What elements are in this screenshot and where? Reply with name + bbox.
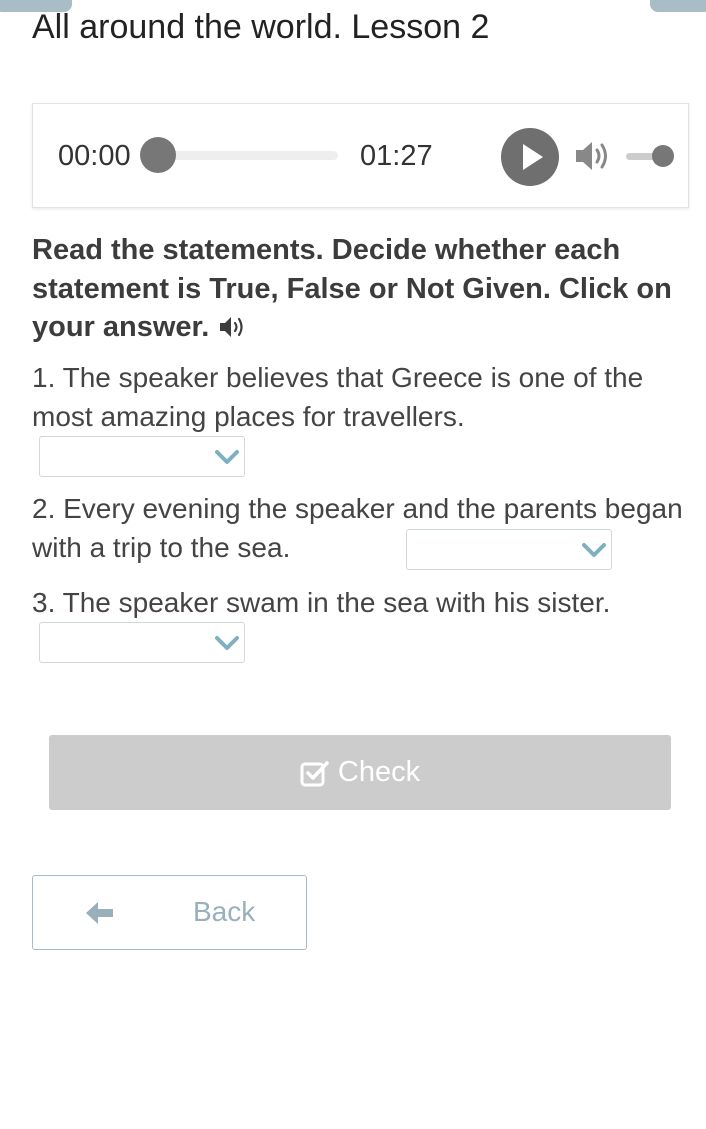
question-3: 3. The speaker swam in the sea with his … (32, 587, 611, 618)
chevron-down-icon (214, 633, 240, 658)
volume-slider-handle[interactable] (652, 145, 674, 167)
instructions-text: Read the statements. Decide whether each… (32, 234, 672, 343)
check-label: Check (337, 756, 421, 788)
play-button[interactable] (501, 128, 559, 186)
back-button[interactable]: Back (32, 875, 307, 950)
arrow-left-icon (85, 900, 115, 931)
question-1: 1. The speaker believes that Greece is o… (32, 362, 644, 432)
checkbox-icon (300, 759, 330, 787)
current-time: 00:00 (58, 140, 131, 172)
answer-dropdown-3[interactable] (39, 622, 245, 663)
play-icon (523, 144, 543, 170)
top-right-tab[interactable] (650, 0, 706, 12)
answer-dropdown-2[interactable] (406, 529, 612, 570)
check-button[interactable]: Check (49, 735, 671, 810)
audio-player: 00:00 01:27 (32, 103, 689, 208)
volume-icon[interactable] (574, 139, 612, 173)
chevron-down-icon (214, 447, 240, 472)
audio-progress-handle[interactable] (140, 137, 176, 173)
page-title: All around the world. Lesson 2 (32, 8, 490, 46)
total-time: 01:27 (360, 140, 433, 172)
chevron-down-icon (581, 540, 607, 565)
back-label: Back (193, 896, 256, 927)
instructions: Read the statements. Decide whether each… (32, 231, 682, 350)
answer-dropdown-1[interactable] (39, 436, 245, 477)
speaker-icon[interactable] (219, 311, 247, 350)
